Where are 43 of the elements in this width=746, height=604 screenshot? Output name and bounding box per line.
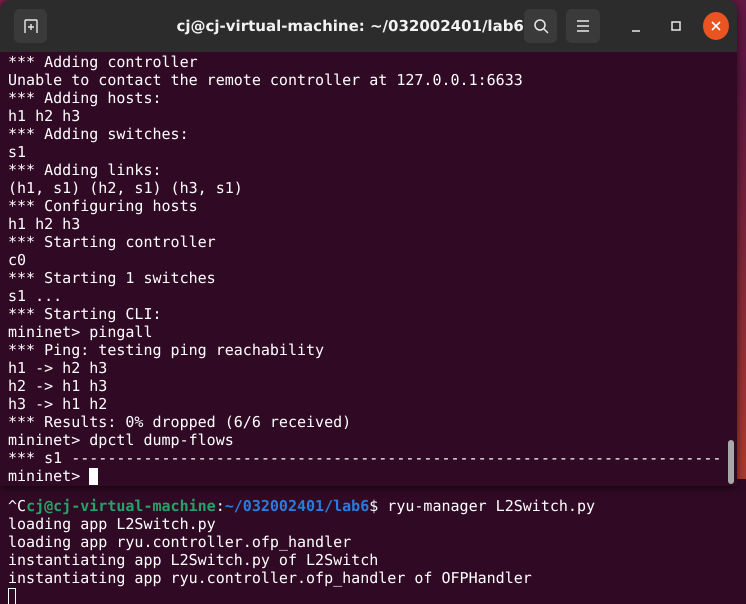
close-button[interactable] bbox=[702, 12, 729, 40]
terminal-line: h1 h2 h3 bbox=[8, 107, 80, 125]
terminal-line: s1 ... bbox=[8, 287, 62, 305]
menu-button[interactable] bbox=[566, 9, 600, 43]
terminal-line: *** Adding links: bbox=[8, 161, 162, 179]
close-icon bbox=[710, 21, 721, 31]
terminal-line: *** Adding hosts: bbox=[8, 89, 162, 107]
maximize-icon bbox=[670, 21, 681, 31]
terminal-line: c0 bbox=[8, 251, 26, 269]
terminal-line: *** s1 ------------------------------------------------------------------------ bbox=[8, 449, 722, 467]
terminal-line: *** Adding controller bbox=[8, 53, 198, 71]
terminal-line: h1 h2 h3 bbox=[8, 215, 80, 233]
terminal-line: h2 -> h1 h3 bbox=[8, 377, 108, 395]
terminal-line: *** Adding switches: bbox=[8, 125, 189, 143]
terminal-line: s1 bbox=[8, 143, 26, 161]
new-tab-button[interactable] bbox=[14, 9, 48, 43]
terminal-line: mininet> dpctl dump-flows bbox=[8, 431, 234, 449]
terminal-line: *** Configuring hosts bbox=[8, 197, 198, 215]
text-cursor bbox=[8, 588, 16, 604]
terminal-line: Unable to contact the remote controller at 127.0.0.1:6633 bbox=[8, 71, 523, 89]
scrollbar[interactable] bbox=[728, 440, 734, 484]
terminal-line: *** Starting controller bbox=[8, 233, 216, 251]
terminal-line: loading app L2Switch.py bbox=[8, 515, 217, 533]
terminal-line: h3 -> h1 h2 bbox=[8, 395, 108, 413]
terminal-line: mininet> pingall bbox=[8, 323, 152, 341]
search-button[interactable] bbox=[524, 9, 558, 43]
terminal-line: h1 -> h2 h3 bbox=[8, 359, 108, 377]
terminal-line: *** Ping: testing ping reachability bbox=[8, 341, 324, 359]
new-tab-icon bbox=[22, 18, 39, 34]
text-cursor bbox=[89, 468, 98, 484]
terminal-line: *** Starting CLI: bbox=[8, 305, 162, 323]
terminal-line: mininet> bbox=[8, 467, 82, 485]
minimize-icon bbox=[630, 30, 641, 32]
search-icon bbox=[532, 18, 549, 34]
terminal-line: *** Results: 0% dropped (6/6 received) bbox=[8, 413, 352, 431]
terminal-line: loading app ryu.controller.ofp_handler bbox=[8, 533, 352, 551]
terminal-line: instantiating app L2Switch.py of L2Switch bbox=[8, 551, 380, 569]
terminal-line: *** Starting 1 switches bbox=[8, 269, 216, 287]
terminal-line: instantiating app ryu.controller.ofp_handler of OFPHandler bbox=[8, 569, 533, 587]
terminal-line: ^Ccj@cj-virtual-machine:~/032002401/lab6$ ryu-manager L2Switch.py bbox=[8, 497, 596, 515]
terminal-line: (h1, s1) (h2, s1) (h3, s1) bbox=[8, 179, 243, 197]
menu-icon bbox=[576, 20, 590, 32]
window-title: cj@cj-virtual-machine: ~/032002401/lab6 bbox=[175, 17, 524, 35]
